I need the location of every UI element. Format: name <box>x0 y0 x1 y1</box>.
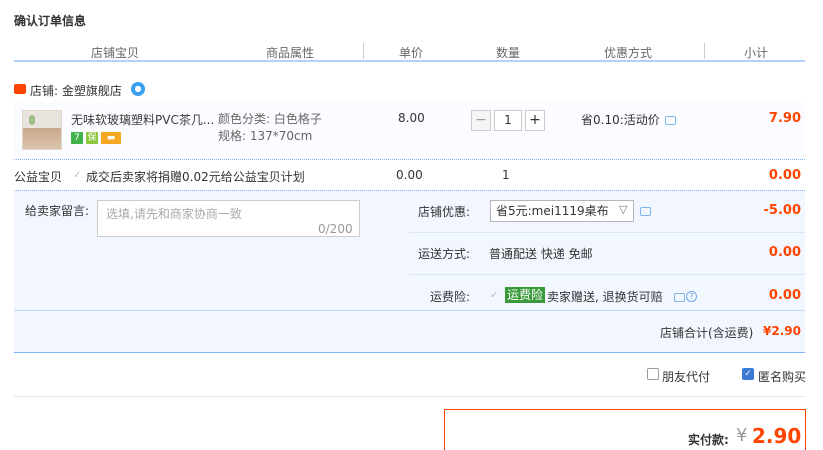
message-placeholder: 选填,请先和商家协商一致 <box>106 207 242 221</box>
divider <box>14 396 805 397</box>
header-discount: 优惠方式 <box>604 46 653 60</box>
tmall-store-icon <box>14 84 26 94</box>
shipping-price: 0.00 <box>768 245 801 260</box>
friend-pay-label[interactable]: 朋友代付 <box>662 368 710 385</box>
insurance-price: 0.00 <box>768 288 801 303</box>
shop-discount-value: -5.00 <box>763 203 801 218</box>
quantity-decrease-button[interactable]: − <box>471 110 491 131</box>
anonymous-purchase-label[interactable]: 匿名购买 <box>758 368 806 385</box>
header-separator <box>363 43 364 59</box>
header-separator <box>704 43 705 59</box>
header-price: 单价 <box>399 46 424 60</box>
comment-icon[interactable] <box>640 207 651 216</box>
option-divider <box>409 232 805 233</box>
item-subtotal: 7.90 <box>768 111 801 126</box>
shop-total-label: 店铺合计(含运费) <box>660 326 754 340</box>
charity-label: 公益宝贝 <box>14 170 63 184</box>
charity-text: 成交后卖家将捐赠0.02元给公益宝贝计划 <box>86 170 305 184</box>
option-divider <box>409 274 805 275</box>
help-icon[interactable]: ? <box>686 291 697 302</box>
option-divider <box>14 310 805 311</box>
payment-amount: 2.90 <box>752 424 802 448</box>
shop-discount-label: 店铺优惠: <box>418 205 471 219</box>
charity-total: 0.00 <box>768 168 801 183</box>
unit-price: 8.00 <box>398 111 425 125</box>
charity-price: 0.00 <box>396 168 423 182</box>
chevron-down-icon[interactable]: ▽ <box>619 203 627 216</box>
wangwang-chat-icon[interactable]: ● <box>131 82 145 96</box>
header-divider <box>14 60 805 62</box>
insurance-badge: 运费险 <box>505 287 546 303</box>
header-store-item: 店铺宝贝 <box>91 46 140 60</box>
section-title: 确认订单信息 <box>14 14 87 28</box>
currency-symbol: ¥ <box>736 425 748 446</box>
header-quantity: 数量 <box>496 46 521 60</box>
store-name[interactable]: 店铺: 金塑旗舰店 <box>30 82 122 99</box>
anonymous-purchase-checkbox[interactable]: ✓ <box>742 368 754 380</box>
shop-total-value: ¥2.90 <box>763 324 801 338</box>
shipping-label: 运送方式: <box>418 247 471 261</box>
product-color-attr: 颜色分类: 白色格子 <box>218 112 322 126</box>
payment-label: 实付款: <box>688 433 729 447</box>
insurance-checkbox: ✓ <box>490 290 499 301</box>
seven-day-return-icon: 7 <box>71 132 83 144</box>
credit-card-icon: ▬ <box>101 132 121 144</box>
product-size-attr: 规格: 137*70cm <box>218 129 313 143</box>
insurance-text: 卖家赠送, 退换货可赔 <box>547 290 663 304</box>
charity-checkbox: ✓ <box>73 170 82 181</box>
header-attributes: 商品属性 <box>266 46 315 60</box>
message-label: 给卖家留言: <box>25 204 90 218</box>
shipping-method: 普通配送 快递 免邮 <box>489 247 593 261</box>
quantity-input[interactable]: 1 <box>494 110 522 131</box>
header-subtotal: 小计 <box>744 46 769 60</box>
comment-icon[interactable] <box>665 116 676 125</box>
comment-icon[interactable] <box>674 293 685 302</box>
guarantee-icon: 保 <box>86 132 98 144</box>
insurance-label: 运费险: <box>430 290 471 304</box>
product-title[interactable]: 无味软玻璃塑料PVC茶几... <box>71 111 214 128</box>
charity-quantity: 1 <box>502 168 510 182</box>
message-char-count: 0/200 <box>318 222 353 236</box>
discount-method: 省0.10:活动价 <box>581 113 660 127</box>
quantity-increase-button[interactable]: + <box>525 110 545 131</box>
shop-discount-select[interactable]: 省5元:mei1119桌布 <box>490 200 634 222</box>
product-thumbnail[interactable] <box>22 110 62 150</box>
friend-pay-checkbox[interactable] <box>647 368 659 380</box>
